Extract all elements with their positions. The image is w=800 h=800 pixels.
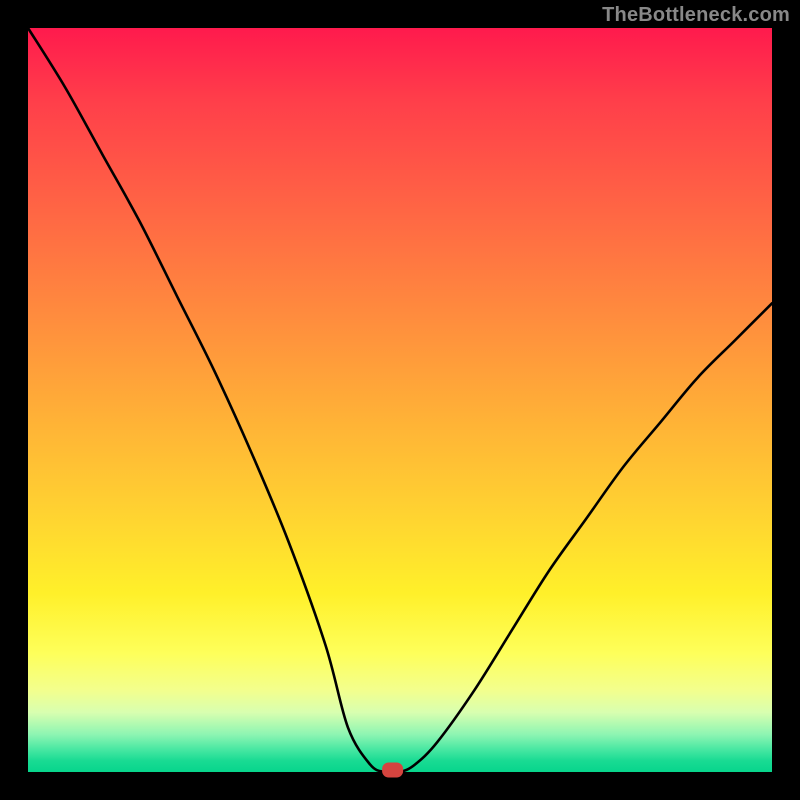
bottleneck-curve-path [28,28,772,773]
plot-area [28,28,772,772]
watermark-text: TheBottleneck.com [602,4,790,27]
minimum-marker [383,763,403,777]
chart-frame: TheBottleneck.com [0,0,800,800]
curve-svg [28,28,772,772]
